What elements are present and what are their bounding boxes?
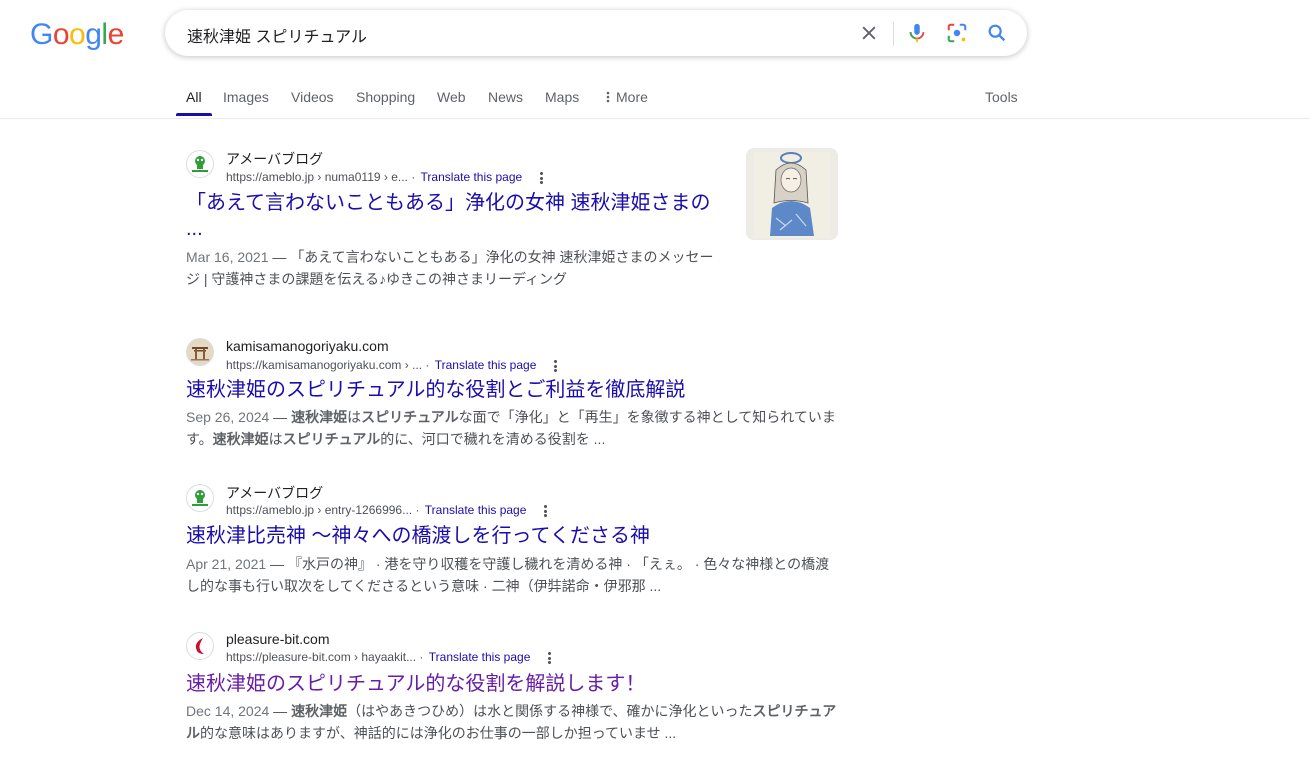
result-thumbnail[interactable] (746, 148, 838, 240)
snippet-line2: ジ | 守護神さまの課題を伝える♪ゆきこの神さまリーディング (186, 271, 568, 287)
tab-all[interactable]: All (186, 89, 202, 105)
search-icon[interactable] (985, 21, 1009, 45)
snippet-text: は (268, 431, 283, 447)
snippet-text: な面で「浄化」と「再生」を象徴する神として知られていま (458, 409, 836, 425)
snippet-text: 的な意味はありますが、神話的には浄化のお仕事の一部しか担っていませ ... (200, 725, 677, 741)
snippet-text: す。 (186, 431, 213, 447)
tab-more-label: More (616, 89, 648, 105)
tab-more[interactable]: More (606, 89, 648, 106)
snippet-bold: 速秋津姫 (291, 703, 348, 719)
snippet-bold: スピリチュアル (282, 431, 381, 447)
snippet-bold: 速秋津姫 (291, 409, 348, 425)
translate-link[interactable]: Translate this page (435, 358, 537, 372)
tab-web[interactable]: Web (437, 89, 466, 105)
result-site-name: kamisamanogoriyaku.com (226, 338, 389, 354)
result-snippet: Apr 21, 2021 — 『水戸の神』 · 港を守り収穫を守護し穢れを清める… (186, 553, 846, 597)
tab-videos[interactable]: Videos (291, 89, 334, 105)
snippet-text: （はやあきつひめ）は水と関係する神様で、確かに浄化といった (347, 703, 753, 719)
result-title[interactable]: 速秋津比売神 ～神々への橋渡しを行ってくださる神 (186, 523, 846, 549)
more-vert-icon[interactable] (538, 503, 552, 519)
search-result: pleasure-bit.com https://pleasure-bit.co… (186, 630, 846, 750)
snippet-text: は (347, 409, 362, 425)
result-date: Dec 14, 2024 (186, 703, 270, 719)
tab-images[interactable]: Images (223, 89, 269, 105)
translate-link[interactable]: Translate this page (421, 170, 523, 184)
result-url-text: https://kamisamanogoriyaku.com › ... (226, 358, 423, 372)
tools-button[interactable]: Tools (985, 89, 1018, 105)
more-vert-icon[interactable] (548, 358, 562, 374)
tab-shopping[interactable]: Shopping (356, 89, 415, 105)
result-date: Sep 26, 2024 (186, 409, 270, 425)
more-vert-icon[interactable] (542, 650, 556, 666)
header-divider (0, 118, 1310, 119)
active-tab-indicator (176, 113, 212, 116)
search-divider (893, 22, 894, 46)
result-url-text: https://pleasure-bit.com › hayaakit... (226, 650, 417, 664)
tab-news[interactable]: News (488, 89, 523, 105)
snippet-text: 的に、河口で穢れを清める役割を ... (380, 431, 606, 447)
snippet-line1: 「あえて言わないこともある」浄化の女神 速秋津姫さまのメッセー (290, 249, 714, 265)
pleasure-bit-icon (186, 632, 214, 660)
result-url[interactable]: https://kamisamanogoriyaku.com › ... · T… (226, 358, 536, 372)
result-url[interactable]: https://pleasure-bit.com › hayaakit... ·… (226, 650, 530, 664)
lens-icon[interactable] (945, 21, 969, 45)
close-icon[interactable] (857, 21, 881, 45)
result-snippet: Sep 26, 2024 — 速秋津姫はスピリチュアルな面で「浄化」と「再生」を… (186, 409, 836, 447)
search-result: アメーバブログ https://ameblo.jp › entry-126699… (186, 482, 846, 602)
google-logo[interactable]: Google (30, 18, 124, 52)
result-title[interactable]: 「あえて言わないこともある」浄化の女神 速秋津姫さまの ... (186, 190, 726, 242)
result-date: Apr 21, 2021 (186, 556, 267, 572)
translate-link[interactable]: Translate this page (429, 650, 531, 664)
snippet-line2: し的な事も行い取次をしてくださるという意味 · 二神（伊弉諾命・伊邪那 ... (186, 578, 662, 594)
translate-link[interactable]: Translate this page (425, 503, 527, 517)
mic-icon[interactable] (905, 21, 929, 45)
result-snippet: Dec 14, 2024 — 速秋津姫（はやあきつひめ）は水と関係する神様で、確… (186, 703, 837, 741)
result-site-name: アメーバブログ (226, 485, 324, 501)
snippet-bold: スピリチュア (752, 703, 837, 719)
result-site-name: pleasure-bit.com (226, 631, 330, 647)
result-site-name: アメーバブログ (226, 151, 324, 167)
result-url-text: https://ameblo.jp › entry-1266996... (226, 503, 413, 517)
search-result: kamisamanogoriyaku.com https://kamisaman… (186, 336, 846, 456)
tab-maps[interactable]: Maps (545, 89, 579, 105)
result-url[interactable]: https://ameblo.jp › entry-1266996... · T… (226, 503, 526, 517)
result-snippet: Mar 16, 2021 — 「あえて言わないこともある」浄化の女神 速秋津姫さ… (186, 246, 726, 290)
shrine-icon (186, 338, 214, 366)
result-title-line1: 「あえて言わないこともある」浄化の女神 速秋津姫さまの (186, 192, 711, 214)
more-vert-icon (606, 90, 610, 106)
result-title-line2: ... (186, 218, 203, 240)
result-url[interactable]: https://ameblo.jp › numa0119 › e... · Tr… (226, 170, 522, 184)
snippet-bold: スピリチュアル (361, 409, 459, 425)
result-title[interactable]: 速秋津姫のスピリチュアル的な役割を解説します！ (186, 671, 846, 697)
snippet-bold: ル (186, 725, 200, 741)
ameba-icon (186, 484, 214, 512)
result-title[interactable]: 速秋津姫のスピリチュアル的な役割とご利益を徹底解説 (186, 377, 846, 403)
search-input[interactable]: 速秋津姫 スピリチュアル (187, 23, 367, 47)
snippet-line1: 『水戸の神』 · 港を守り収穫を守護し穢れを清める神 · 「えぇ。 · 色々な神… (287, 556, 830, 572)
ameba-icon (186, 150, 214, 178)
result-url-text: https://ameblo.jp › numa0119 › e... (226, 170, 408, 184)
snippet-bold: 速秋津姫 (212, 431, 269, 447)
result-date: Mar 16, 2021 (186, 249, 269, 265)
search-box[interactable]: 速秋津姫 スピリチュアル (165, 10, 1027, 56)
more-vert-icon[interactable] (534, 170, 548, 186)
